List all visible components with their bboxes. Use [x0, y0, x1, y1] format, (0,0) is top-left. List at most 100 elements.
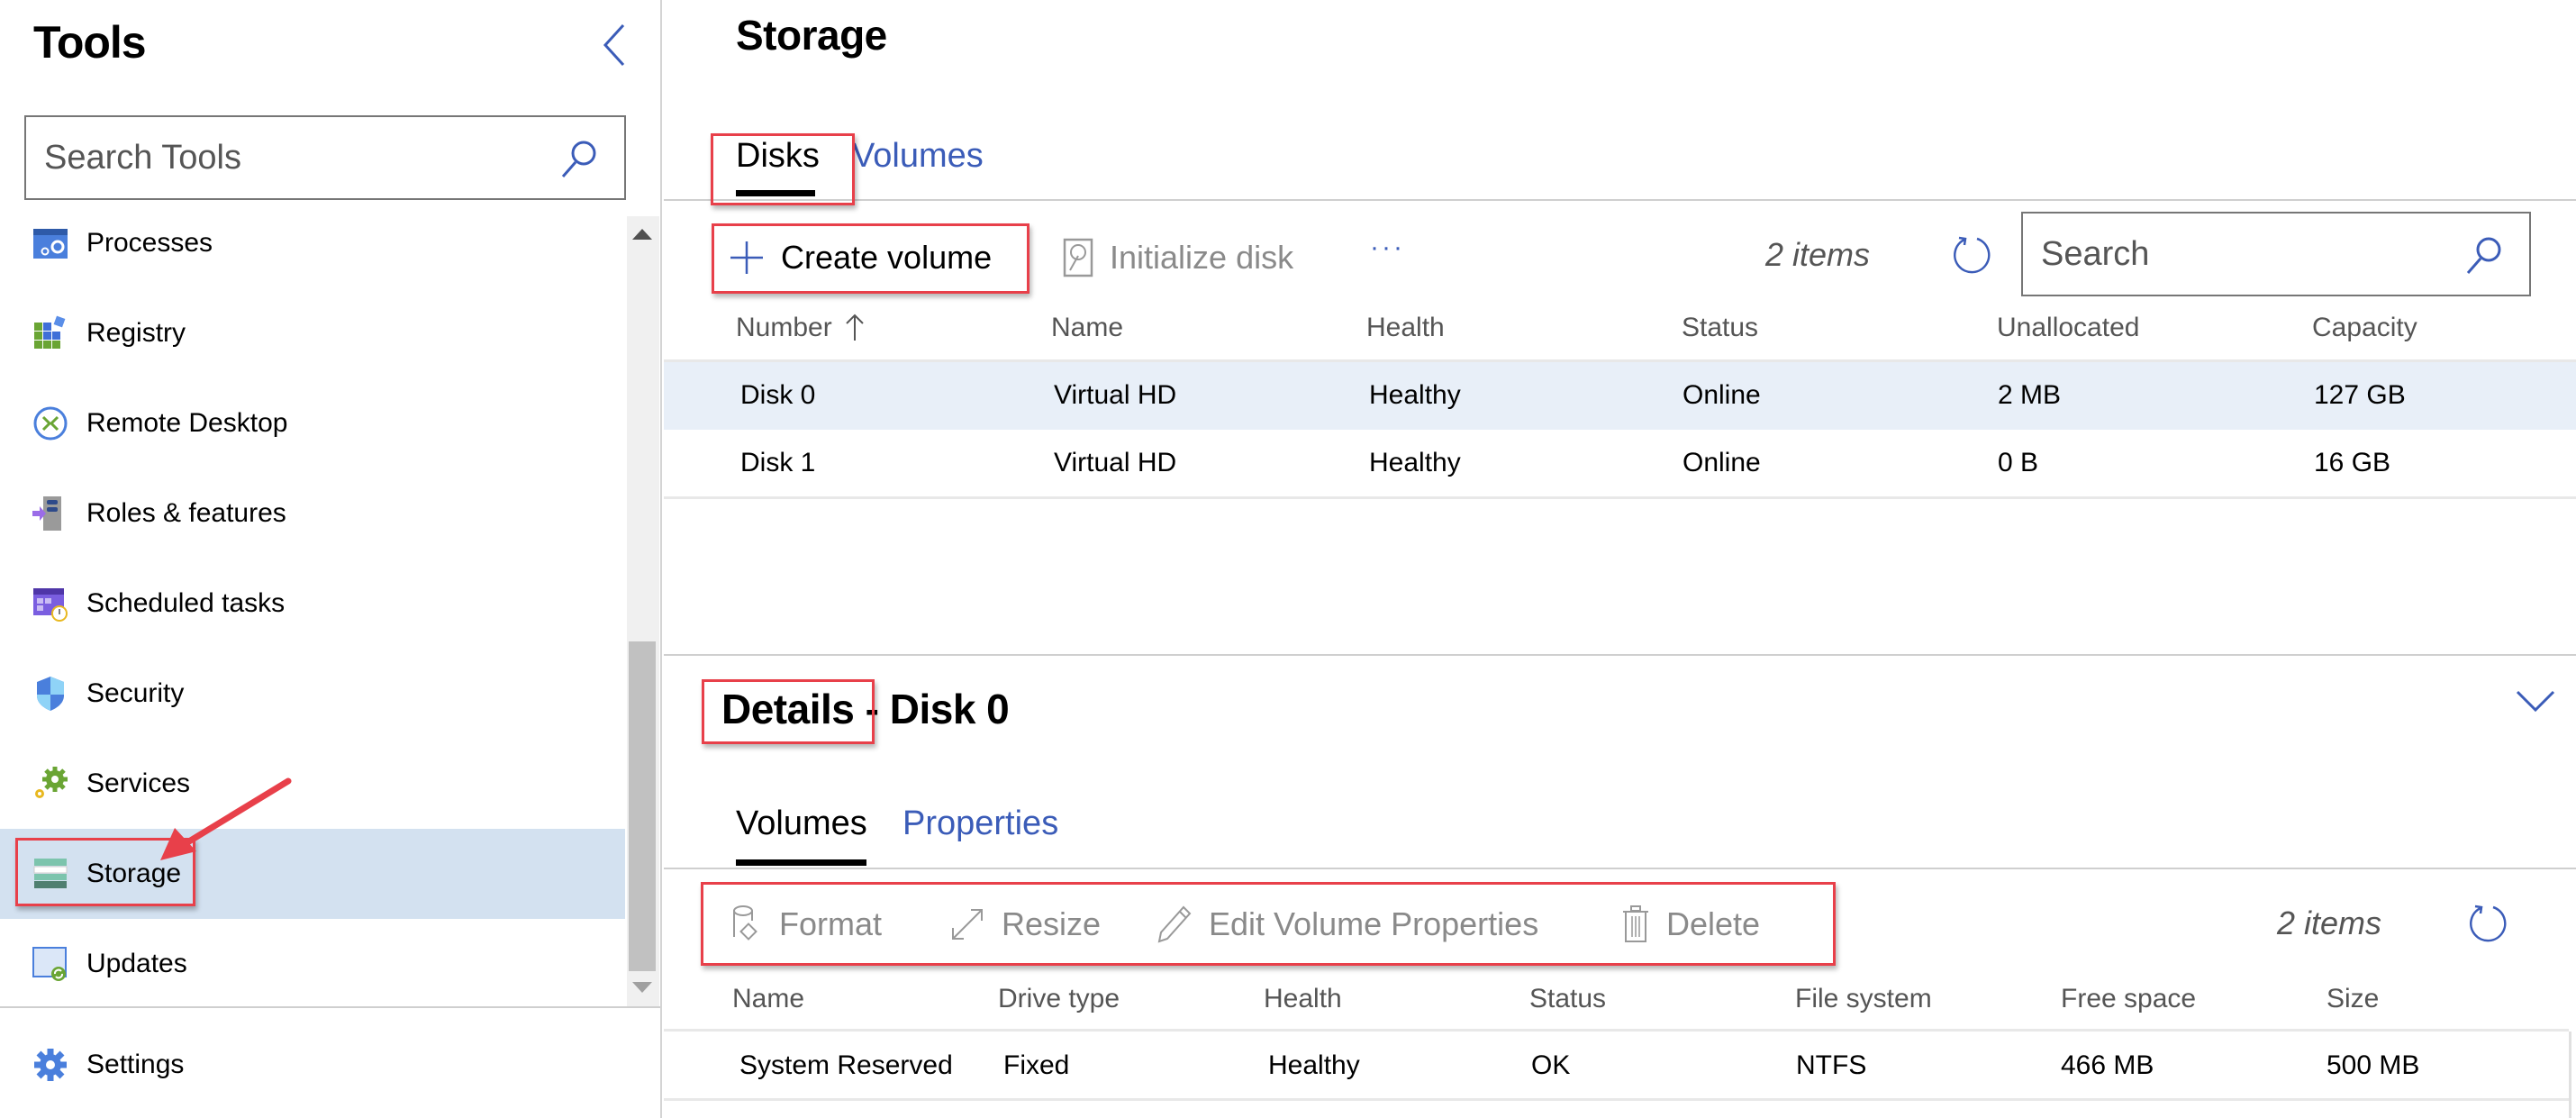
- more-actions-button[interactable]: ···: [1370, 232, 1405, 263]
- tab-disks[interactable]: Disks: [736, 137, 820, 176]
- services-gears-icon: [35, 767, 68, 798]
- column-header-status[interactable]: Status: [1682, 313, 1758, 343]
- sidebar-item-storage[interactable]: Storage: [0, 829, 625, 919]
- details-title-suffix: - Disk 0: [854, 686, 1010, 732]
- column-header-drive-type[interactable]: Drive type: [998, 984, 1120, 1014]
- sidebar-item-processes[interactable]: Processes: [0, 198, 625, 288]
- sidebar-item-label: Processes: [86, 228, 213, 258]
- scroll-up-arrow-icon[interactable]: [632, 229, 652, 240]
- column-header-status[interactable]: Status: [1529, 984, 1606, 1014]
- sidebar-item-label: Storage: [86, 859, 182, 888]
- sidebar-item-updates[interactable]: Updates: [0, 919, 625, 1009]
- cell-status: Online: [1683, 380, 1761, 410]
- sidebar-item-label: Security: [86, 678, 185, 708]
- table-row[interactable]: Disk 1 Virtual HD Healthy Online 0 B 16 …: [664, 430, 2576, 497]
- format-icon: [733, 905, 757, 941]
- sidebar-item-remote-desktop[interactable]: Remote Desktop: [0, 378, 625, 468]
- sidebar-item-registry[interactable]: Registry: [0, 288, 625, 378]
- cell-unallocated: 2 MB: [1998, 380, 2062, 410]
- row-divider: [664, 496, 2576, 499]
- cell-capacity: 16 GB: [2314, 448, 2391, 477]
- processes-icon: [33, 229, 68, 259]
- sidebar-scrollbar-thumb[interactable]: [629, 641, 656, 971]
- format-label: Format: [779, 905, 883, 942]
- cell-health: Healthy: [1369, 380, 1461, 410]
- sidebar-title: Tools: [33, 17, 147, 68]
- initialize-disk-label: Initialize disk: [1110, 239, 1294, 276]
- disk-search-field[interactable]: [2021, 212, 2531, 296]
- sidebar-item-label: Scheduled tasks: [86, 588, 286, 618]
- edit-volume-properties-button[interactable]: Edit Volume Properties: [1156, 899, 1538, 950]
- column-header-size[interactable]: Size: [2327, 984, 2379, 1014]
- sidebar-item-security[interactable]: Security: [0, 649, 625, 739]
- pencil-icon: [1157, 905, 1192, 943]
- refresh-icon[interactable]: [1950, 232, 1995, 277]
- collapse-details-chevron-icon[interactable]: [2515, 686, 2556, 717]
- column-header-free-space[interactable]: Free space: [2061, 984, 2196, 1014]
- resize-icon: [952, 909, 983, 940]
- column-header-health[interactable]: Health: [1264, 984, 1342, 1014]
- refresh-icon[interactable]: [2466, 901, 2511, 946]
- delete-label: Delete: [1666, 905, 1761, 942]
- format-button[interactable]: Format: [730, 899, 882, 950]
- table-row[interactable]: System Reserved Fixed Healthy OK NTFS 46…: [664, 1032, 2569, 1099]
- active-tab-indicator: [736, 859, 866, 866]
- column-header-name[interactable]: Name: [1051, 313, 1123, 343]
- create-volume-button[interactable]: Create volume: [729, 232, 992, 283]
- collapse-sidebar-button[interactable]: [598, 22, 630, 68]
- details-tab-properties[interactable]: Properties: [903, 804, 1058, 843]
- column-header-health[interactable]: Health: [1366, 313, 1445, 343]
- column-header-name[interactable]: Name: [732, 984, 804, 1014]
- settings-gear-icon: [34, 1049, 67, 1081]
- initialize-disk-button[interactable]: Initialize disk: [1063, 232, 1293, 283]
- details-title-prefix: Details: [721, 686, 855, 732]
- column-header-file-system[interactable]: File system: [1795, 984, 1932, 1014]
- search-icon[interactable]: [559, 139, 599, 178]
- active-tab-indicator: [736, 190, 815, 196]
- cell-name: System Reserved: [739, 1050, 953, 1080]
- column-header-number[interactable]: Number: [736, 313, 865, 343]
- scroll-down-arrow-icon[interactable]: [632, 982, 652, 993]
- cell-health: Healthy: [1369, 448, 1461, 477]
- storage-icon: [33, 859, 68, 888]
- resize-button[interactable]: Resize: [949, 899, 1101, 950]
- cell-status: Online: [1683, 448, 1761, 477]
- table-scrollbar[interactable]: [2569, 1032, 2571, 1118]
- cell-capacity: 127 GB: [2314, 380, 2406, 410]
- column-header-capacity[interactable]: Capacity: [2312, 313, 2417, 343]
- page-title: Storage: [736, 12, 887, 59]
- sidebar-item-label: Services: [86, 768, 191, 798]
- search-tools-field[interactable]: [24, 115, 626, 200]
- sidebar-item-roles-features[interactable]: Roles & features: [0, 468, 625, 559]
- details-divider: [664, 654, 2576, 656]
- table-row[interactable]: Disk 0 Virtual HD Healthy Online 2 MB 12…: [664, 362, 2576, 430]
- sidebar-item-scheduled-tasks[interactable]: Scheduled tasks: [0, 559, 625, 649]
- details-tab-volumes[interactable]: Volumes: [736, 804, 867, 843]
- cell-health: Healthy: [1268, 1050, 1360, 1080]
- create-volume-label: Create volume: [781, 239, 993, 276]
- sidebar-item-settings[interactable]: Settings: [0, 1020, 660, 1110]
- tab-volumes[interactable]: Volumes: [852, 137, 984, 176]
- tabs-divider: [664, 199, 2576, 201]
- sort-ascending-icon: [846, 314, 864, 341]
- cell-unallocated: 0 B: [1998, 448, 2039, 477]
- cell-status: OK: [1531, 1050, 1571, 1080]
- trash-icon: [1623, 905, 1648, 942]
- updates-icon: [32, 947, 67, 981]
- sidebar-item-label: Updates: [86, 949, 187, 978]
- tools-sidebar: Tools Processes Registr: [0, 0, 662, 1118]
- sidebar-item-services[interactable]: Services: [0, 739, 625, 829]
- details-tabs-divider: [664, 868, 2576, 869]
- cell-name: Virtual HD: [1054, 448, 1177, 477]
- roles-features-icon: [32, 496, 61, 531]
- security-shield-icon: [37, 677, 64, 711]
- column-header-unallocated[interactable]: Unallocated: [1997, 313, 2139, 343]
- chevron-left-icon: [603, 23, 625, 67]
- search-icon[interactable]: [2464, 235, 2504, 275]
- disk-search-input[interactable]: [2041, 214, 2437, 295]
- delete-button[interactable]: Delete: [1621, 899, 1760, 950]
- remote-desktop-icon: [33, 406, 68, 441]
- volume-item-count: 2 items: [2277, 904, 2382, 941]
- cell-size: 500 MB: [2327, 1050, 2420, 1080]
- search-tools-input[interactable]: [44, 117, 549, 198]
